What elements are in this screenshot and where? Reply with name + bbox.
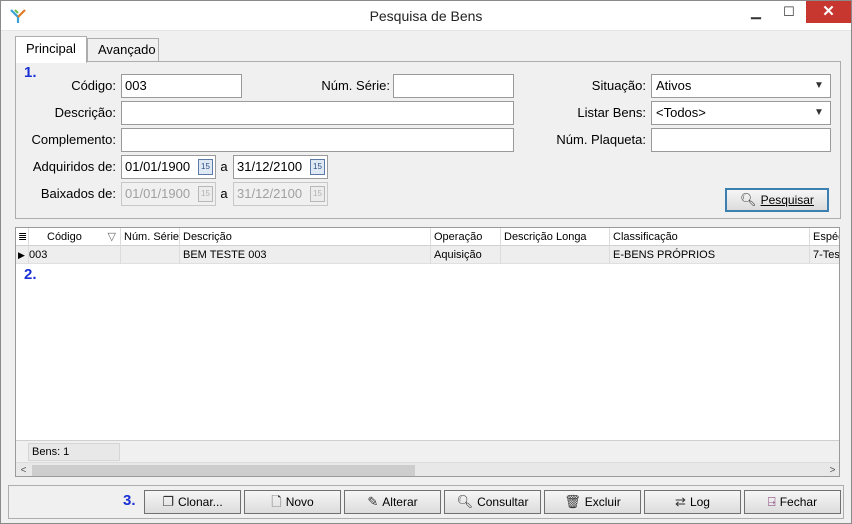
num-plaqueta-input[interactable] xyxy=(651,128,831,152)
main-window: Pesquisa de Bens ▁ ☐ ✕ Principal Avançad… xyxy=(0,0,852,524)
range-separator: a xyxy=(220,186,228,201)
column-header-classificacao[interactable]: Classificação xyxy=(610,228,810,246)
cell-num-serie xyxy=(121,246,180,264)
baixados-label: Baixados de: xyxy=(40,186,116,201)
column-header-descricao-longa[interactable]: Descrição Longa xyxy=(501,228,610,246)
num-plaqueta-label: Núm. Plaqueta: xyxy=(556,132,646,147)
excluir-label: Excluir xyxy=(584,495,621,509)
results-grid[interactable]: ≣ Código ▽ Núm. Série Descrição Operação… xyxy=(15,227,840,477)
cell-classificacao: E-BENS PRÓPRIOS xyxy=(610,246,810,264)
log-label: Log xyxy=(689,495,710,509)
column-header-operacao[interactable]: Operação xyxy=(431,228,501,246)
column-header-codigo[interactable]: Código ▽ xyxy=(29,228,121,246)
trash-icon: 🗑︎ xyxy=(564,494,581,509)
fechar-label: Fechar xyxy=(779,495,818,509)
alterar-button[interactable]: ✎ Alterar xyxy=(344,490,441,514)
column-header-num-serie[interactable]: Núm. Série xyxy=(121,228,180,246)
listar-bens-label: Listar Bens: xyxy=(577,105,646,120)
situacao-label: Situação: xyxy=(591,78,646,93)
num-serie-label: Núm. Série: xyxy=(321,78,390,93)
close-window-button[interactable]: ✕ xyxy=(806,1,851,23)
grid-options-icon[interactable]: ≣ xyxy=(16,228,29,246)
edit-icon: ✎ xyxy=(367,494,379,509)
adquiridos-to-date[interactable]: 31/12/2100 15 xyxy=(233,155,328,179)
codigo-input[interactable]: 003 xyxy=(121,74,242,98)
situacao-select[interactable]: Ativos ▼ xyxy=(651,74,831,98)
chevron-down-icon: ▼ xyxy=(814,107,824,118)
adquiridos-from-value: 01/01/1900 xyxy=(125,159,191,174)
consultar-button[interactable]: 🔍︎ Consultar xyxy=(444,490,541,514)
calendar-icon[interactable]: 15 xyxy=(310,159,325,175)
maximize-button[interactable]: ☐ xyxy=(774,1,804,23)
chevron-down-icon: ▼ xyxy=(814,80,824,91)
clone-icon: ❐ xyxy=(162,494,174,509)
calendar-icon[interactable]: 15 xyxy=(198,159,213,175)
log-button[interactable]: ⇄ Log xyxy=(644,490,741,514)
calendar-icon: 15 xyxy=(198,186,213,202)
exit-door-icon: ⍈ xyxy=(767,494,776,509)
range-separator: a xyxy=(220,159,228,174)
minimize-button[interactable]: ▁ xyxy=(741,1,771,23)
adquiridos-from-date[interactable]: 01/01/1900 15 xyxy=(121,155,216,179)
sort-icon: ▽ xyxy=(107,231,116,243)
clonar-button[interactable]: ❐ Clonar... xyxy=(144,490,241,514)
cell-operacao: Aquisição xyxy=(431,246,501,264)
alterar-label: Alterar xyxy=(382,495,418,509)
baixados-to-date: 31/12/2100 15 xyxy=(233,182,328,206)
listar-bens-select[interactable]: <Todos> ▼ xyxy=(651,101,831,125)
num-serie-input[interactable] xyxy=(393,74,514,98)
row-selector-icon: ▶ xyxy=(16,246,29,264)
descricao-label: Descrição: xyxy=(54,105,116,120)
adquiridos-to-value: 31/12/2100 xyxy=(237,159,303,174)
new-document-icon: 🗋 xyxy=(271,494,282,509)
descricao-input[interactable] xyxy=(121,101,514,125)
pesquisar-label: Pesquisar xyxy=(760,193,814,207)
novo-label: Novo xyxy=(285,495,314,509)
tab-principal[interactable]: Principal xyxy=(15,36,87,63)
table-row[interactable]: ▶ 003 BEM TESTE 003 Aquisição E-BENS PRÓ… xyxy=(16,246,840,264)
complemento-input[interactable] xyxy=(121,128,514,152)
listar-bens-value: <Todos> xyxy=(656,105,706,120)
record-count: Bens: 1 xyxy=(28,443,120,461)
title-bar: Pesquisa de Bens ▁ ☐ ✕ xyxy=(1,1,851,31)
section-marker-1: 1. xyxy=(24,64,37,81)
clonar-label: Clonar... xyxy=(177,495,223,509)
scroll-left-icon[interactable]: < xyxy=(16,463,31,476)
column-label: Código xyxy=(47,231,82,243)
tab-avancado[interactable]: Avançado xyxy=(87,38,159,62)
baixados-from-value: 01/01/1900 xyxy=(125,186,191,201)
scroll-right-icon[interactable]: > xyxy=(825,463,839,476)
cell-codigo: 003 xyxy=(29,246,121,264)
column-header-descricao[interactable]: Descrição xyxy=(180,228,431,246)
cell-descricao: BEM TESTE 003 xyxy=(180,246,431,264)
horizontal-scrollbar[interactable]: < > xyxy=(16,462,839,476)
action-bar: 3. ❐ Clonar... 🗋 Novo ✎ Alterar 🔍︎ Consultar… xyxy=(8,485,844,519)
pesquisar-button[interactable]: 🔍︎ Pesquisar xyxy=(725,188,829,212)
cell-especie: 7-Tes xyxy=(813,249,840,261)
calendar-icon: 15 xyxy=(310,186,325,202)
novo-button[interactable]: 🗋 Novo xyxy=(244,490,341,514)
grid-footer: Bens: 1 xyxy=(16,440,839,462)
search-icon: 🔍︎ xyxy=(456,494,474,509)
window-title: Pesquisa de Bens xyxy=(369,8,483,24)
baixados-from-date: 01/01/1900 15 xyxy=(121,182,216,206)
scrollbar-thumb[interactable] xyxy=(32,465,415,476)
section-marker-3: 3. xyxy=(123,492,136,509)
log-icon: ⇄ xyxy=(675,494,686,509)
cell-descricao-longa xyxy=(501,246,610,264)
excluir-button[interactable]: 🗑︎ Excluir xyxy=(544,490,641,514)
section-marker-2: 2. xyxy=(24,266,37,283)
situacao-value: Ativos xyxy=(656,78,692,93)
column-header-especie[interactable]: Espéc xyxy=(810,228,839,246)
baixados-to-value: 31/12/2100 xyxy=(237,186,303,201)
complemento-label: Complemento: xyxy=(31,132,116,147)
consultar-label: Consultar xyxy=(477,495,529,509)
grid-header: ≣ Código ▽ Núm. Série Descrição Operação… xyxy=(16,228,839,246)
search-icon: 🔍︎ xyxy=(740,192,757,207)
search-filters-panel: 1. Código: 003 Núm. Série: Situação: Ati… xyxy=(15,61,841,219)
codigo-label: Código: xyxy=(71,78,116,93)
adquiridos-label: Adquiridos de: xyxy=(32,159,116,174)
fechar-button[interactable]: ⍈ Fechar xyxy=(744,490,841,514)
